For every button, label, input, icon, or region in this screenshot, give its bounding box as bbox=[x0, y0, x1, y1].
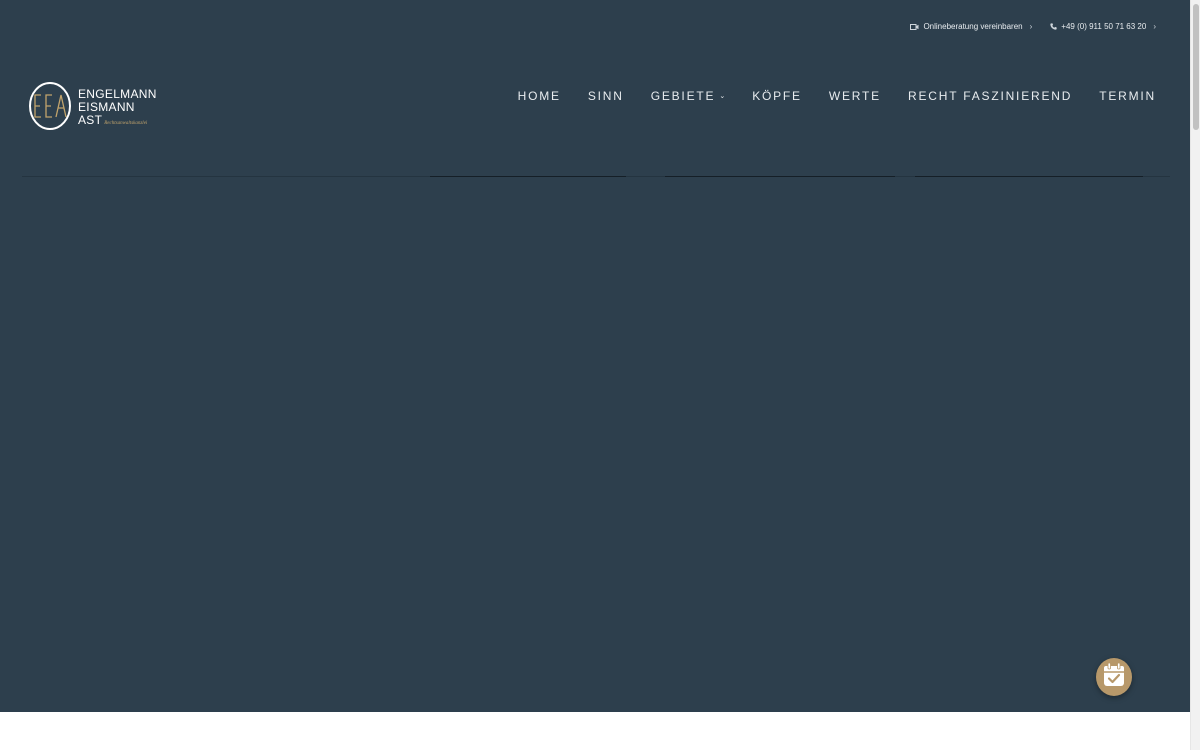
online-consultation-label: Onlineberatung vereinbaren bbox=[923, 22, 1023, 31]
logo-name-3: AST bbox=[78, 112, 103, 127]
divider-segment bbox=[915, 176, 1143, 177]
chevron-down-icon: ⌄ bbox=[719, 93, 726, 100]
phone-number: +49 (0) 911 50 71 63 20 bbox=[1061, 22, 1147, 31]
divider-segment bbox=[665, 176, 895, 177]
chevron-right-icon: › bbox=[1029, 22, 1033, 31]
logo-tagline: Rechtsanwaltskanzlei bbox=[104, 120, 148, 126]
site-logo[interactable]: ENGELMANN EISMANN AST Rechtsanwaltskanzl… bbox=[28, 81, 157, 136]
calendar-check-icon bbox=[1102, 662, 1126, 693]
nav-item-home[interactable]: HOME bbox=[518, 89, 561, 103]
nav-item-koepfe[interactable]: KÖPFE bbox=[752, 89, 802, 103]
online-consultation-link[interactable]: Onlineberatung vereinbaren › bbox=[910, 22, 1032, 31]
logo-wordmark: ENGELMANN EISMANN AST Rechtsanwaltskanzl… bbox=[78, 86, 157, 130]
logo-name-2: EISMANN bbox=[78, 99, 135, 114]
video-camera-icon bbox=[910, 23, 919, 30]
nav-item-recht-faszinierend[interactable]: RECHT FASZINIEREND bbox=[908, 89, 1072, 103]
logo-name-1: ENGELMANN bbox=[78, 86, 157, 101]
phone-link[interactable]: +49 (0) 911 50 71 63 20 › bbox=[1050, 22, 1156, 31]
logo-monogram-icon bbox=[28, 81, 72, 136]
nav-item-termin[interactable]: TERMIN bbox=[1099, 89, 1156, 103]
appointment-button[interactable] bbox=[1096, 658, 1132, 696]
nav-item-sinn[interactable]: SINN bbox=[588, 89, 624, 103]
nav-item-werte[interactable]: WERTE bbox=[829, 89, 881, 103]
scrollbar-thumb[interactable] bbox=[1193, 4, 1199, 130]
topbar: Onlineberatung vereinbaren › +49 (0) 911… bbox=[910, 22, 1156, 31]
page-scrollbar[interactable] bbox=[1190, 0, 1200, 750]
phone-icon bbox=[1050, 23, 1057, 30]
chevron-right-icon: › bbox=[1153, 22, 1156, 31]
nav-item-gebiete[interactable]: GEBIETE ⌄ bbox=[651, 89, 726, 103]
main-navigation: HOME SINN GEBIETE ⌄ KÖPFE WERTE RECHT FAS… bbox=[518, 89, 1156, 103]
divider-segment bbox=[430, 176, 626, 177]
hero-section: Onlineberatung vereinbaren › +49 (0) 911… bbox=[0, 0, 1190, 712]
